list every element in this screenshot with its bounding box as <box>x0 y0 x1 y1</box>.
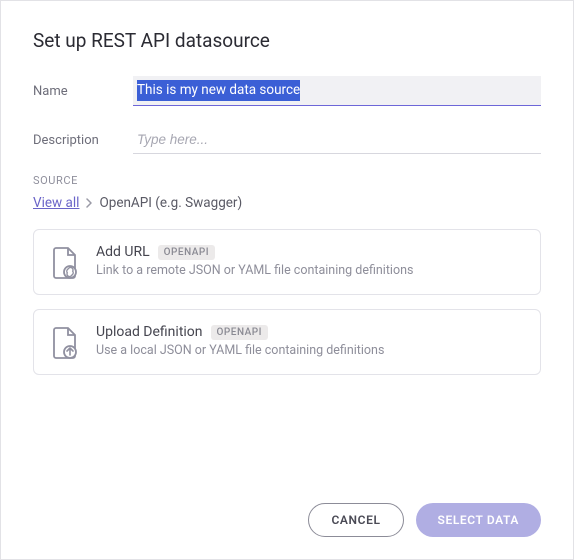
cancel-button[interactable]: CANCEL <box>308 503 403 537</box>
description-field-row: Description <box>33 126 541 154</box>
upload-definition-body: Upload Definition OPENAPI Use a local JS… <box>96 324 524 358</box>
dialog-footer: CANCEL SELECT DATA <box>308 503 541 537</box>
view-all-link[interactable]: View all <box>33 195 79 211</box>
add-url-option[interactable]: Add URL OPENAPI Link to a remote JSON or… <box>33 229 541 295</box>
option-description: Use a local JSON or YAML file containing… <box>96 343 524 358</box>
description-input-wrap <box>133 126 541 154</box>
file-upload-icon <box>50 326 78 360</box>
select-data-button[interactable]: SELECT DATA <box>416 503 541 537</box>
option-title: Upload Definition <box>96 324 203 340</box>
add-url-body: Add URL OPENAPI Link to a remote JSON or… <box>96 244 524 278</box>
page-title: Set up REST API datasource <box>33 29 541 52</box>
breadcrumb-current: OpenAPI (e.g. Swagger) <box>99 195 242 211</box>
name-input[interactable]: This is my new data source <box>133 76 541 106</box>
openapi-badge: OPENAPI <box>211 325 268 340</box>
name-field-row: Name This is my new data source <box>33 76 541 106</box>
chevron-right-icon <box>85 198 93 208</box>
option-description: Link to a remote JSON or YAML file conta… <box>96 263 524 278</box>
file-link-icon <box>50 246 78 280</box>
name-input-value: This is my new data source <box>137 80 300 101</box>
source-section-label: SOURCE <box>33 174 541 187</box>
option-title: Add URL <box>96 244 150 260</box>
description-label: Description <box>33 133 133 148</box>
upload-definition-option[interactable]: Upload Definition OPENAPI Use a local JS… <box>33 309 541 375</box>
breadcrumb: View all OpenAPI (e.g. Swagger) <box>33 195 541 211</box>
description-input[interactable] <box>137 132 537 147</box>
name-label: Name <box>33 84 133 99</box>
openapi-badge: OPENAPI <box>158 245 215 260</box>
